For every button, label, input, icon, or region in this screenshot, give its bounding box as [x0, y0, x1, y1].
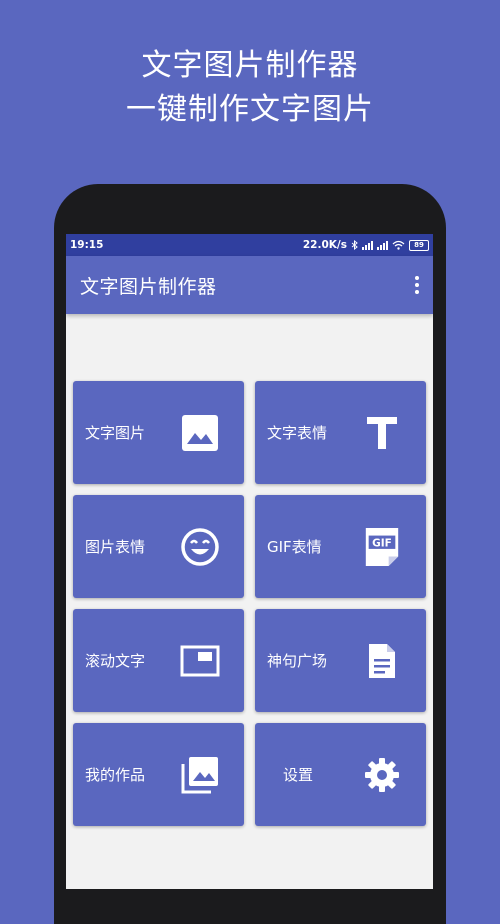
overflow-menu-icon[interactable]: [415, 276, 419, 294]
tile-label: 滚动文字: [85, 652, 146, 670]
image-icon: [180, 413, 220, 453]
bluetooth-icon: [351, 240, 358, 250]
tile-image-emoji[interactable]: 图片表情: [73, 495, 244, 598]
status-indicators: 22.0K/s 89: [303, 239, 429, 251]
status-time: 19:15: [70, 239, 104, 251]
gif-icon: GIF: [362, 527, 402, 567]
gallery-stack-icon: [180, 755, 220, 795]
promo-line-2: 一键制作文字图片: [126, 92, 374, 127]
tile-quote-square[interactable]: 神句广场: [255, 609, 426, 712]
app-bar: 文字图片制作器: [66, 256, 433, 314]
phone-screen: 19:15 22.0K/s 89 文字图片制作器 文字图片 文字表情 图片表情 …: [66, 234, 433, 889]
battery-icon: 89: [409, 239, 429, 251]
status-bar: 19:15 22.0K/s 89: [66, 234, 433, 256]
tile-label: 设置: [283, 766, 314, 784]
tile-label: 文字表情: [267, 424, 328, 442]
text-t-icon: [362, 413, 402, 453]
gear-icon: [362, 755, 402, 795]
tile-gif-emoji[interactable]: GIF表情 GIF: [255, 495, 426, 598]
svg-text:GIF: GIF: [372, 537, 392, 549]
tile-label: 我的作品: [85, 766, 146, 784]
tile-label: 神句广场: [267, 652, 328, 670]
app-title: 文字图片制作器: [80, 275, 217, 298]
smiley-icon: [180, 527, 220, 567]
tile-settings[interactable]: 设置: [255, 723, 426, 826]
tile-label: 文字图片: [85, 424, 146, 442]
feature-grid: 文字图片 文字表情 图片表情 GIF表情 GIF 滚动文字 神句广场 我的作品 …: [73, 381, 427, 826]
tile-text-image[interactable]: 文字图片: [73, 381, 244, 484]
signal-icon-2: [377, 240, 388, 250]
tile-scrolling-text[interactable]: 滚动文字: [73, 609, 244, 712]
signal-icon-1: [362, 240, 373, 250]
network-speed: 22.0K/s: [302, 239, 347, 251]
tile-my-works[interactable]: 我的作品: [73, 723, 244, 826]
tile-label: 图片表情: [85, 538, 146, 556]
scroll-frame-icon: [180, 641, 220, 681]
promo-headline: 文字图片制作器 一键制作文字图片: [0, 44, 500, 132]
wifi-icon: [392, 240, 405, 250]
document-icon: [362, 641, 402, 681]
promo-line-1: 文字图片制作器: [141, 48, 359, 83]
tile-label: GIF表情: [267, 538, 322, 556]
tile-text-emoji[interactable]: 文字表情: [255, 381, 426, 484]
